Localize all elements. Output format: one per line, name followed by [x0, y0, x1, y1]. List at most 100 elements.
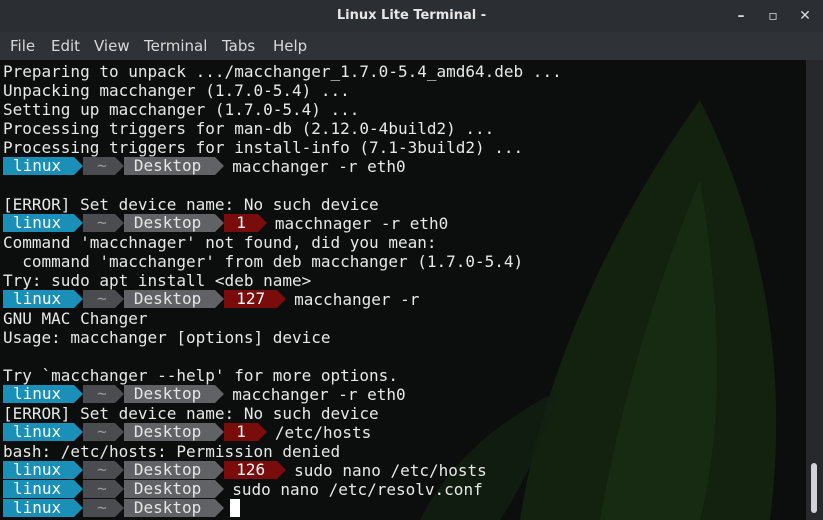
prompt-separator-icon	[74, 385, 84, 403]
menu-edit[interactable]: Edit	[51, 37, 80, 55]
menu-view[interactable]: View	[94, 37, 130, 55]
prompt-separator-icon	[215, 214, 225, 232]
prompt-home-segment: ~	[83, 461, 115, 479]
title-bar[interactable]: Linux Lite Terminal - – ▫ ✕	[0, 0, 823, 32]
prompt-line: linux ~ Desktop macchanger -r eth0	[3, 157, 562, 176]
prompt-exit-status: 1	[224, 423, 258, 441]
prompt-line: linux ~ Desktop 127 macchanger -r	[3, 290, 562, 309]
prompt-separator-icon	[114, 499, 124, 517]
maximize-button[interactable]: ▫	[762, 6, 784, 26]
prompt-separator-icon	[114, 480, 124, 498]
prompt-command: sudo nano /etc/resolv.conf	[232, 480, 483, 499]
scrollbar[interactable]	[806, 60, 823, 520]
output-line: command 'macchanger' from deb macchanger…	[3, 252, 524, 271]
menu-tabs[interactable]: Tabs	[222, 37, 255, 55]
prompt-separator-icon	[257, 214, 267, 232]
prompt-line: linux ~ Desktop 1/etc/hosts	[3, 423, 562, 442]
prompt-separator-icon	[277, 290, 287, 308]
prompt-separator-icon	[277, 461, 287, 479]
prompt-user-segment: linux	[3, 290, 75, 308]
prompt-separator-icon	[114, 385, 124, 403]
prompt-dir-segment: Desktop	[123, 214, 216, 232]
output-line: Processing triggers for man-db (2.12.0-4…	[3, 119, 495, 138]
output-line: [ERROR] Set device name: No such device	[3, 404, 379, 423]
prompt-user-segment: linux	[3, 214, 75, 232]
prompt-separator-icon	[114, 290, 124, 308]
prompt-line: linux ~ Desktop 126 sudo nano /etc/hosts	[3, 461, 562, 480]
output-line: Processing triggers for install-info (7.…	[3, 138, 524, 157]
output-line: Unpacking macchanger (1.7.0-5.4) ...	[3, 81, 350, 100]
prompt-exit-status: 126	[224, 461, 278, 479]
prompt-dir-segment: Desktop	[123, 385, 216, 403]
output-line: [ERROR] Set device name: No such device	[3, 195, 379, 214]
prompt-home-segment: ~	[83, 157, 115, 175]
prompt-separator-icon	[74, 480, 84, 498]
output-line: Usage: macchanger [options] device	[3, 328, 331, 347]
prompt-separator-icon	[215, 480, 225, 498]
prompt-command: macchanger -r eth0	[232, 385, 406, 404]
prompt-home-segment: ~	[83, 385, 115, 403]
prompt-separator-icon	[74, 461, 84, 479]
prompt-dir-segment: Desktop	[123, 290, 216, 308]
prompt-separator-icon	[74, 499, 84, 517]
prompt-line: linux ~ Desktop	[3, 499, 562, 518]
prompt-command: macchanger -r eth0	[232, 157, 406, 176]
prompt-home-segment: ~	[83, 423, 115, 441]
prompt-dir-segment: Desktop	[123, 480, 216, 498]
prompt-separator-icon	[74, 214, 84, 232]
prompt-command: sudo nano /etc/hosts	[294, 461, 487, 480]
prompt-user-segment: linux	[3, 385, 75, 403]
prompt-separator-icon	[74, 423, 84, 441]
prompt-separator-icon	[215, 461, 225, 479]
prompt-command: macchnager -r eth0	[274, 214, 449, 233]
output-line: Try: sudo apt install <deb name>	[3, 271, 312, 290]
prompt-user-segment: linux	[3, 499, 75, 517]
prompt-separator-icon	[215, 157, 225, 175]
prompt-separator-icon	[74, 290, 84, 308]
prompt-separator-icon	[215, 385, 225, 403]
scrollbar-thumb[interactable]	[811, 463, 817, 513]
menu-terminal[interactable]: Terminal	[144, 37, 207, 55]
window-title: Linux Lite Terminal -	[336, 8, 487, 23]
prompt-separator-icon	[215, 290, 225, 308]
prompt-line: linux ~ Desktop macchanger -r eth0	[3, 385, 562, 404]
prompt-user-segment: linux	[3, 461, 75, 479]
prompt-exit-status: 1	[224, 214, 258, 232]
terminal-output: Preparing to unpack .../macchanger_1.7.0…	[3, 62, 562, 518]
prompt-line: linux ~ Desktop 1 macchnager -r eth0	[3, 214, 562, 233]
prompt-separator-icon	[257, 423, 267, 441]
menu-bar: File Edit View Terminal Tabs Help	[0, 32, 823, 60]
output-line: Try `macchanger --help' for more options…	[3, 366, 398, 385]
menu-file[interactable]: File	[10, 37, 35, 55]
prompt-home-segment: ~	[83, 290, 115, 308]
prompt-separator-icon	[215, 423, 225, 441]
text-cursor[interactable]	[230, 499, 241, 517]
prompt-separator-icon	[114, 423, 124, 441]
prompt-separator-icon	[74, 157, 84, 175]
prompt-home-segment: ~	[83, 480, 115, 498]
output-line: Preparing to unpack .../macchanger_1.7.0…	[3, 62, 562, 81]
prompt-separator-icon	[215, 499, 225, 517]
prompt-exit-status: 127	[224, 290, 278, 308]
prompt-command: macchanger -r	[294, 290, 420, 309]
prompt-user-segment: linux	[3, 423, 75, 441]
terminal-area[interactable]: Preparing to unpack .../macchanger_1.7.0…	[0, 60, 806, 520]
prompt-separator-icon	[114, 157, 124, 175]
menu-help[interactable]: Help	[273, 37, 307, 55]
prompt-dir-segment: Desktop	[123, 157, 216, 175]
prompt-separator-icon	[114, 214, 124, 232]
output-line: Command 'macchnager' not found, did you …	[3, 233, 437, 252]
prompt-user-segment: linux	[3, 157, 75, 175]
prompt-dir-segment: Desktop	[123, 423, 216, 441]
prompt-dir-segment: Desktop	[123, 461, 216, 479]
close-button[interactable]: ✕	[794, 6, 816, 26]
prompt-home-segment: ~	[83, 499, 115, 517]
terminal-window: Linux Lite Terminal - – ▫ ✕ File Edit Vi…	[0, 0, 823, 520]
output-line: bash: /etc/hosts: Permission denied	[3, 442, 341, 461]
prompt-dir-segment: Desktop	[123, 499, 216, 517]
prompt-home-segment: ~	[83, 214, 115, 232]
minimize-button[interactable]: –	[730, 6, 752, 26]
prompt-user-segment: linux	[3, 480, 75, 498]
prompt-line: linux ~ Desktop sudo nano /etc/resolv.conf	[3, 480, 562, 499]
